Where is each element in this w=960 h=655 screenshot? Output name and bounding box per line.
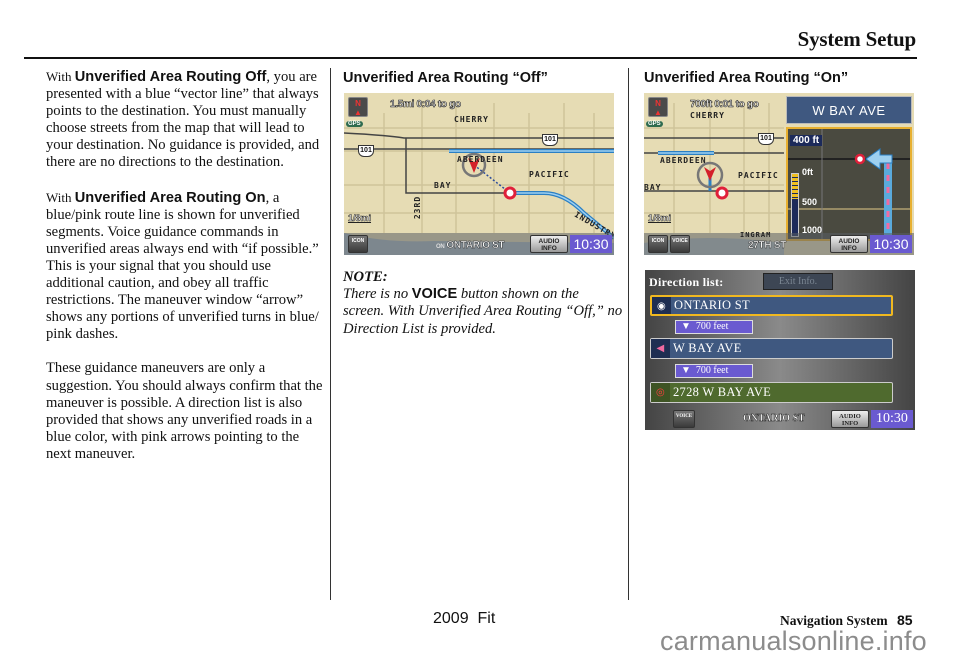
nav-screen-routing-on: N ▲ GPS 700ft 0:01 to go 101 CHERRY ABERD…	[644, 93, 914, 255]
title-rule	[24, 57, 917, 59]
highway-shield-icon: 101	[358, 145, 374, 157]
direction-distance: ▼ 700 feet	[675, 364, 753, 378]
direction-row[interactable]: ◀ W BAY AVE	[650, 338, 893, 359]
note-title: NOTE:	[343, 269, 388, 285]
map-scale: 1/8mi	[648, 213, 672, 224]
current-street: ONTARIO ST	[743, 413, 805, 424]
paragraph-guidance: These guidance maneuvers are only a sugg…	[46, 360, 323, 462]
cross-street: INGRAM	[740, 231, 772, 239]
highway-shield-icon: 101	[758, 133, 774, 145]
heading-routing-off: Unverified Area Routing “Off”	[343, 70, 548, 86]
maneuver-tick: 0ft	[802, 167, 813, 177]
note: NOTE: There is no VOICE button shown on …	[343, 269, 623, 337]
maneuver-progress-fill	[792, 174, 798, 199]
destination-icon	[503, 186, 517, 200]
map-label-cherry: CHERRY	[454, 115, 489, 124]
map-label-bay: BAY	[434, 181, 452, 190]
direction-distance: ▼ 700 feet	[675, 320, 753, 334]
voice-button[interactable]: VOICE	[673, 410, 695, 428]
map-label-bay: BAY	[644, 183, 662, 192]
clock: 10:30	[871, 410, 913, 428]
maneuver-tick: 500	[802, 197, 818, 207]
maneuver-window: 400 ft 0ft 500 1000	[786, 127, 912, 241]
distance-to-go: 1.5mi 0:04 to go	[390, 99, 462, 111]
direction-row[interactable]: ◉ ONTARIO ST	[650, 295, 893, 316]
audio-info-button[interactable]: AUDIO INFO	[830, 235, 868, 253]
audio-info-button[interactable]: AUDIO INFO	[831, 410, 869, 428]
compass-icon: ◉	[652, 297, 671, 314]
term-routing-on: Unverified Area Routing On	[74, 189, 266, 206]
north-up-compass-button[interactable]: N ▲	[648, 97, 668, 117]
gps-badge: GPS	[346, 121, 363, 127]
destination-icon: ◎	[651, 383, 670, 402]
paragraph-routing-off: With Unverified Area Routing Off, you ar…	[46, 69, 320, 171]
icon-button[interactable]: ICON	[348, 235, 368, 253]
voice-term: VOICE	[411, 286, 458, 303]
next-street-banner: W BAY AVE	[786, 96, 912, 124]
watermark: carmanualsonline.info	[660, 626, 927, 655]
direction-list-title: Direction list:	[649, 275, 724, 289]
map-label-cherry: CHERRY	[690, 111, 725, 120]
map-label-aberdeen: ABERDEEN	[660, 156, 707, 165]
paragraph-routing-on: With Unverified Area Routing On, a blue/…	[46, 189, 319, 343]
body-column-1: With Unverified Area Routing Off, you ar…	[46, 68, 326, 480]
clock: 10:30	[570, 235, 612, 253]
map-label-23rd: 23RD	[413, 195, 423, 220]
voice-button[interactable]: VOICE	[670, 235, 690, 253]
current-street: ON ONTARIO ST	[436, 240, 505, 251]
term-routing-off: Unverified Area Routing Off	[74, 69, 267, 85]
north-up-compass-button[interactable]: N ▲	[348, 97, 368, 117]
exit-info-button[interactable]: Exit Info.	[763, 273, 833, 290]
audio-info-button[interactable]: AUDIO INFO	[530, 235, 568, 253]
map-scale: 1/8mi	[348, 213, 372, 224]
current-street: 27TH ST	[748, 240, 787, 251]
icon-button[interactable]: ICON	[648, 235, 668, 253]
direction-list-screen: Direction list: Exit Info. ◉ ONTARIO ST …	[645, 270, 915, 430]
direction-row[interactable]: ◎ 2728 W BAY AVE	[650, 382, 893, 403]
heading-routing-on: Unverified Area Routing “On”	[644, 70, 849, 86]
map-label-pacific: PACIFIC	[738, 171, 779, 180]
highway-shield-icon: 101	[542, 134, 558, 146]
maneuver-distance: 400 ft	[790, 135, 823, 146]
map-label-aberdeen: ABERDEEN	[457, 155, 504, 164]
distance-to-go: 700ft 0:01 to go	[690, 99, 759, 111]
turn-left-icon: ◀	[651, 339, 670, 358]
column-divider	[628, 68, 629, 600]
clock: 10:30	[870, 235, 912, 253]
page-title: System Setup	[797, 27, 917, 51]
footer-model: 2009 Fit	[433, 610, 496, 627]
gps-badge: GPS	[646, 121, 663, 127]
maneuver-progress-bar	[791, 173, 799, 237]
nav-screen-routing-off: N ▲ GPS 1.5mi 0:04 to go 101 101 CHERRY A…	[344, 93, 614, 255]
maneuver-point-icon	[854, 153, 866, 165]
waypoint-icon	[715, 186, 729, 200]
column-divider	[330, 68, 331, 600]
map-label-pacific: PACIFIC	[529, 170, 570, 179]
